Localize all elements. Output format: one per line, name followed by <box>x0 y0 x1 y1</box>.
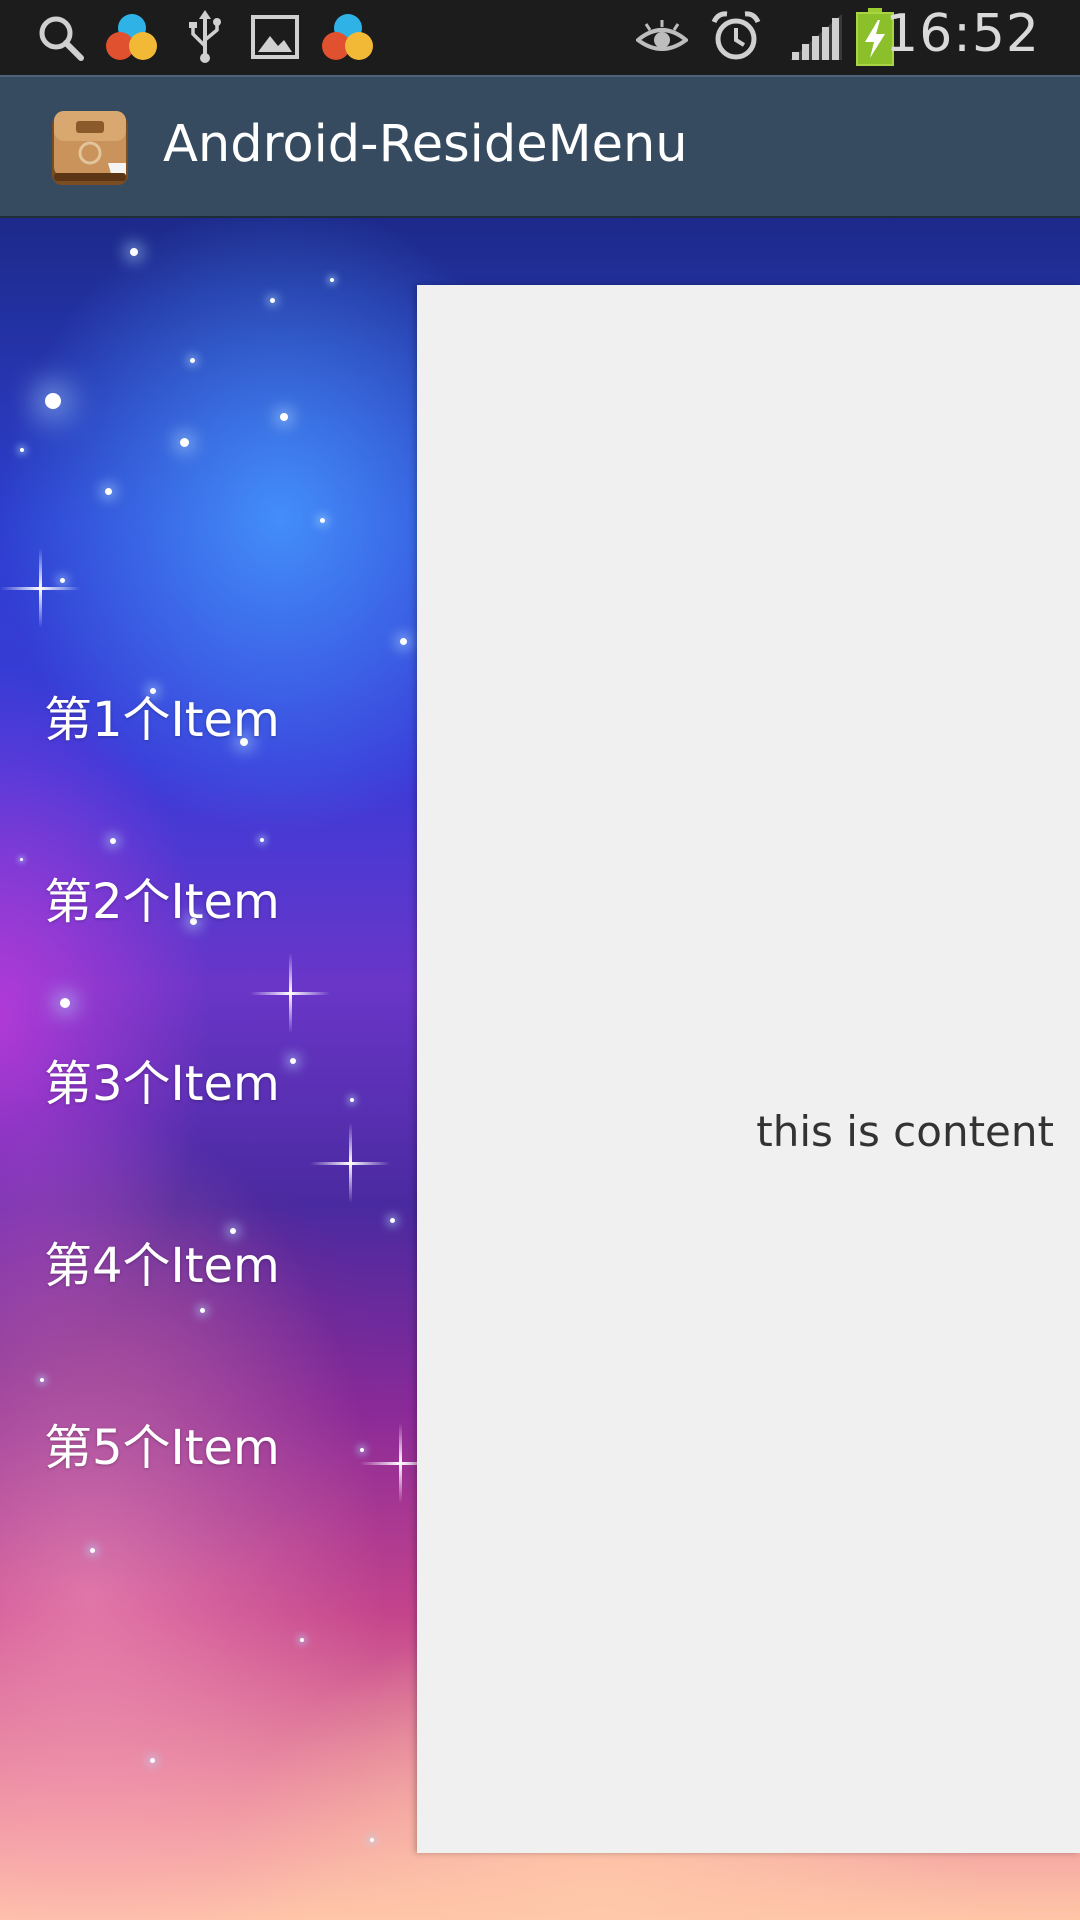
app-briefcase-icon[interactable] <box>50 107 130 187</box>
star-dot <box>190 358 195 363</box>
app-title: Android-ResideMenu <box>163 115 688 174</box>
google-now-icon <box>104 12 160 68</box>
star-dot <box>20 858 23 861</box>
menu-item-1[interactable]: 第1个Item <box>44 680 280 862</box>
menu-item-3[interactable]: 第3个Item <box>44 1044 280 1226</box>
star-dot <box>350 1098 354 1102</box>
star-dot <box>390 1218 395 1223</box>
screen: 16:52 Android-ResideMenu 第1个Item 第2个Item… <box>0 0 1080 1920</box>
content-text: this is content <box>756 1107 1054 1156</box>
star-dot <box>320 518 325 523</box>
image-icon <box>250 14 300 64</box>
eye-icon <box>634 18 690 62</box>
alarm-icon <box>710 10 762 66</box>
star-dot <box>270 298 275 303</box>
star-dot <box>130 248 138 256</box>
star-dot <box>105 488 112 495</box>
star-dot <box>400 638 407 645</box>
menu-item-4[interactable]: 第4个Item <box>44 1226 280 1408</box>
action-bar: Android-ResideMenu <box>0 75 1080 218</box>
star-dot <box>280 413 288 421</box>
star-dot <box>370 1838 374 1842</box>
menu-item-2[interactable]: 第2个Item <box>44 862 280 1044</box>
star-dot <box>150 1758 155 1763</box>
star-dot <box>45 393 61 409</box>
status-bar: 16:52 <box>0 0 1080 75</box>
search-icon <box>36 13 86 67</box>
star-dot <box>180 438 189 447</box>
star-dot <box>290 1058 296 1064</box>
star-dot <box>300 1638 304 1642</box>
star-dot <box>60 578 65 583</box>
star-dot <box>360 1448 364 1452</box>
star-dot <box>20 448 24 452</box>
google-now-icon <box>320 12 376 68</box>
status-time: 16:52 <box>885 4 1040 64</box>
usb-icon <box>188 10 222 68</box>
content-panel[interactable]: this is content <box>417 285 1080 1853</box>
star-dot <box>330 278 334 282</box>
menu-item-5[interactable]: 第5个Item <box>44 1408 280 1590</box>
menu-list: 第1个Item 第2个Item 第3个Item 第4个Item 第5个Item <box>44 680 280 1590</box>
signal-icon <box>790 14 844 66</box>
